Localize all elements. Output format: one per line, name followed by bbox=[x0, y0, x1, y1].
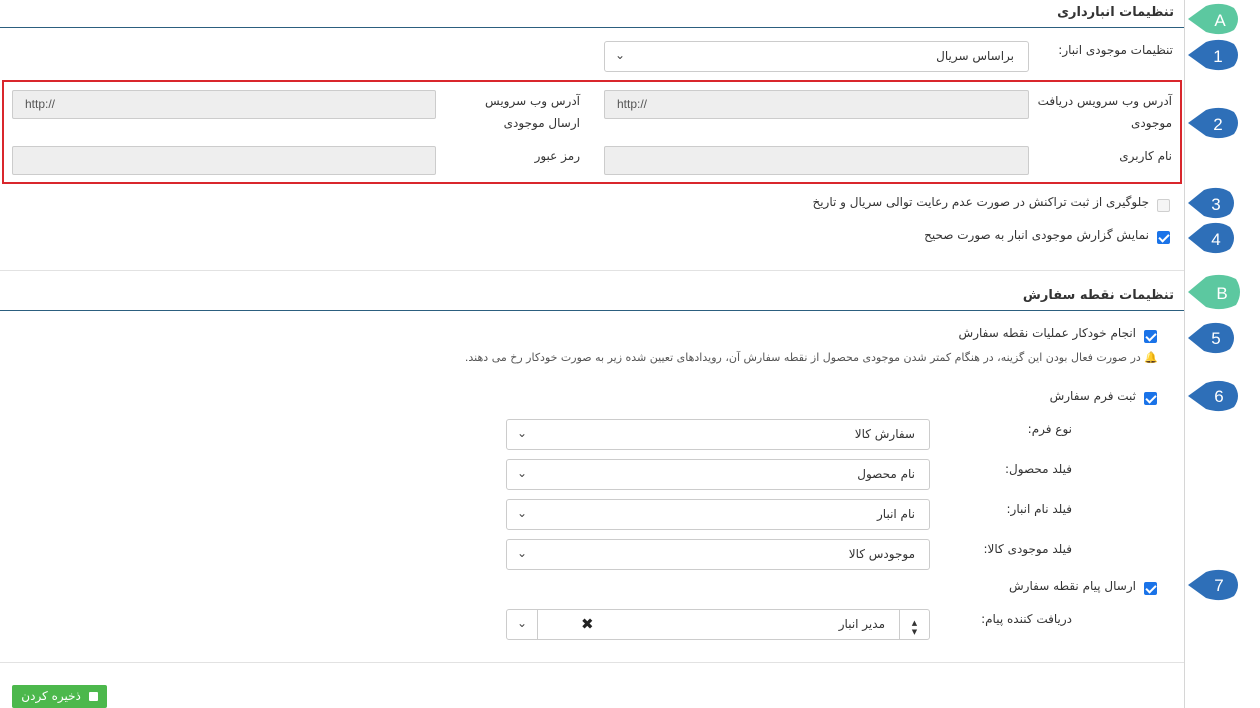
product-field-select[interactable]: نام محصول ⌄ bbox=[506, 459, 930, 490]
product-field-label: فیلد محصول: bbox=[1005, 462, 1072, 476]
marker-4-label: 4 bbox=[1211, 230, 1220, 249]
stock-field-value: موجودس کالا bbox=[848, 547, 915, 561]
send-ws-input[interactable]: http:// bbox=[12, 90, 436, 119]
receive-ws-value: http:// bbox=[617, 97, 648, 111]
marker-7-shape: 7 bbox=[1188, 569, 1238, 601]
username-label: نام کاربری bbox=[1119, 149, 1172, 163]
warehouse-field-label: فیلد نام انبار: bbox=[1006, 502, 1072, 516]
stock-setting-value: براساس سریال bbox=[936, 49, 1014, 63]
product-field-value: نام محصول bbox=[857, 467, 915, 481]
marker-3-label: 3 bbox=[1211, 195, 1220, 214]
marker-a-shape: A bbox=[1188, 3, 1238, 35]
chevron-down-icon: ⌄ bbox=[517, 546, 528, 560]
register-form-checkbox[interactable] bbox=[1144, 392, 1157, 405]
auto-order-point-checkbox[interactable] bbox=[1144, 330, 1157, 343]
chevron-down-icon: ⌄ bbox=[615, 48, 626, 62]
marker-7-label: 7 bbox=[1214, 576, 1223, 595]
save-button[interactable]: ذخیره کردن bbox=[12, 685, 107, 708]
save-button-label: ذخیره کردن bbox=[21, 689, 81, 703]
receive-ws-label: آدرس وب سرویس دریافت موجودی bbox=[1037, 94, 1172, 130]
stock-field-select[interactable]: موجودس کالا ⌄ bbox=[506, 539, 930, 570]
form-type-select[interactable]: سفارش کالا ⌄ bbox=[506, 419, 930, 450]
marker-a-label: A bbox=[1214, 11, 1226, 30]
receiver-select[interactable]: ▲ ▼ مدیر انبار ✖ ⌄ bbox=[506, 609, 930, 640]
order-point-section-title: تنظیمات نقطه سفارش bbox=[1022, 288, 1174, 303]
warehouse-field-select[interactable]: نام انبار ⌄ bbox=[506, 499, 930, 530]
chevron-down-icon: ⌄ bbox=[517, 616, 528, 630]
right-separator bbox=[1184, 0, 1185, 708]
receiver-label: دریافت کننده پیام: bbox=[981, 612, 1072, 626]
prevent-transaction-label: جلوگیری از ثبت تراکنش در صورت عدم رعایت … bbox=[812, 195, 1149, 209]
marker-b-shape: B bbox=[1188, 274, 1240, 310]
receiver-value: مدیر انبار bbox=[838, 617, 885, 631]
callout-markers: A 1 2 3 4 B 5 6 7 bbox=[1188, 3, 1240, 601]
sort-down-icon: ▼ bbox=[911, 628, 918, 636]
marker-5-shape: 5 bbox=[1188, 322, 1234, 354]
remove-icon[interactable]: ✖ bbox=[581, 615, 594, 633]
stock-field-label: فیلد موجودی کالا: bbox=[983, 542, 1073, 556]
show-report-label: نمایش گزارش موجودی انبار به صورت صحیح bbox=[924, 228, 1149, 242]
order-point-hint: 🔔 در صورت فعال بودن این گزینه، در هنگام … bbox=[465, 351, 1158, 364]
send-ws-label: آدرس وب سرویس ارسال موجودی bbox=[485, 94, 580, 130]
receiver-sort-handle[interactable]: ▲ ▼ bbox=[899, 610, 929, 639]
form-type-label: نوع فرم: bbox=[1027, 422, 1072, 436]
marker-4-shape: 4 bbox=[1188, 222, 1234, 254]
chevron-down-icon: ⌄ bbox=[517, 466, 528, 480]
marker-2-label: 2 bbox=[1213, 115, 1222, 134]
username-input[interactable] bbox=[604, 146, 1029, 175]
bell-icon: 🔔 bbox=[1144, 351, 1158, 364]
marker-1-label: 1 bbox=[1213, 47, 1222, 66]
marker-b-label: B bbox=[1216, 284, 1227, 303]
stock-setting-label: تنظیمات موجودی انبار: bbox=[1058, 43, 1173, 57]
bottom-divider bbox=[0, 662, 1184, 663]
inventory-section-rule bbox=[0, 27, 1184, 28]
marker-6-label: 6 bbox=[1214, 387, 1223, 406]
chevron-down-icon: ⌄ bbox=[517, 426, 528, 440]
stock-setting-select[interactable]: براساس سریال ⌄ bbox=[604, 41, 1029, 72]
send-message-checkbox[interactable] bbox=[1144, 582, 1157, 595]
floppy-icon bbox=[88, 692, 98, 701]
sort-icon: ▲ bbox=[911, 619, 918, 627]
section-divider bbox=[0, 270, 1184, 271]
show-report-checkbox[interactable] bbox=[1157, 231, 1170, 244]
chevron-down-icon: ⌄ bbox=[517, 506, 528, 520]
send-ws-value: http:// bbox=[25, 97, 56, 111]
marker-6-shape: 6 bbox=[1188, 380, 1238, 412]
receiver-dropdown-toggle[interactable]: ⌄ bbox=[507, 610, 538, 639]
password-input[interactable] bbox=[12, 146, 436, 175]
order-point-hint-text: در صورت فعال بودن این گزینه، در هنگام کم… bbox=[464, 351, 1141, 364]
marker-1-shape: 1 bbox=[1188, 39, 1238, 71]
password-label: رمز عبور bbox=[534, 149, 580, 163]
inventory-section-title: تنظیمات انبارداری bbox=[1057, 5, 1174, 20]
receive-ws-input[interactable]: http:// bbox=[604, 90, 1029, 119]
auto-order-point-label: انجام خودکار عملیات نقطه سفارش bbox=[958, 326, 1136, 340]
marker-2-shape: 2 bbox=[1188, 107, 1238, 139]
send-message-label: ارسال پیام نقطه سفارش bbox=[1009, 579, 1136, 593]
register-form-label: ثبت فرم سفارش bbox=[1049, 389, 1136, 403]
marker-3-shape: 3 bbox=[1188, 187, 1234, 219]
form-type-value: سفارش کالا bbox=[854, 427, 915, 441]
marker-5-label: 5 bbox=[1211, 329, 1220, 348]
prevent-transaction-checkbox[interactable] bbox=[1157, 199, 1170, 212]
order-point-section-rule bbox=[0, 310, 1184, 311]
warehouse-field-value: نام انبار bbox=[877, 507, 915, 521]
